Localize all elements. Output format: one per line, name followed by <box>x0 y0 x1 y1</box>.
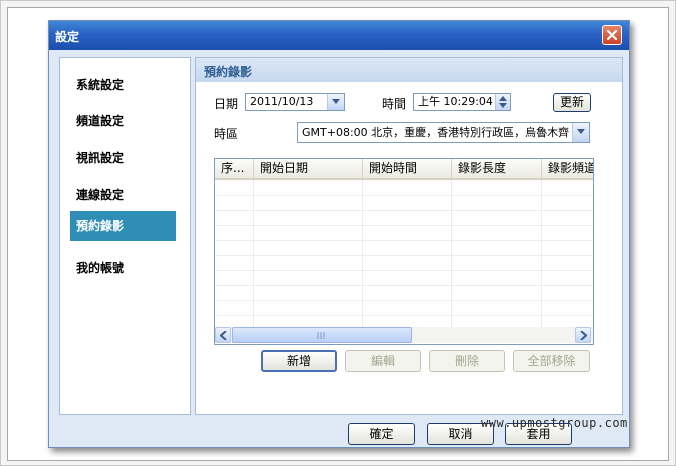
date-label: 日期 <box>214 97 239 111</box>
settings-nav: 系統設定 頻道設定 視訊設定 連線設定 預約錄影 我的帳號 <box>59 57 191 415</box>
close-button[interactable] <box>602 25 622 45</box>
close-icon <box>606 29 618 41</box>
column-header-channel[interactable]: 錄影頻道 <box>542 159 593 178</box>
column-header-start-date[interactable]: 開始日期 <box>254 159 363 178</box>
column-divider <box>541 180 542 328</box>
table-row-line <box>215 300 593 301</box>
table-row-line <box>215 210 593 211</box>
chevron-down-icon <box>332 99 340 104</box>
column-header-start-time[interactable]: 開始時間 <box>363 159 452 178</box>
chevron-right-icon <box>580 331 587 340</box>
date-value: 2011/10/13 <box>250 95 314 108</box>
title-bar[interactable]: 設定 <box>49 21 629 50</box>
table-row-line <box>215 240 593 241</box>
panel-header: 預約錄影 <box>196 58 622 82</box>
add-button[interactable]: 新增 <box>261 350 337 372</box>
delete-button[interactable]: 刪除 <box>429 350 505 372</box>
table-row-line <box>215 315 593 316</box>
table-header: 序... 開始日期 開始時間 錄影長度 錄影頻道 <box>215 159 593 180</box>
scroll-right-button[interactable] <box>575 327 591 343</box>
nav-item-system[interactable]: 系統設定 <box>70 70 176 100</box>
table-row-line <box>215 195 593 196</box>
spin-up-icon <box>499 96 507 101</box>
refresh-button[interactable]: 更新 <box>553 93 591 112</box>
nav-item-scheduled-recording[interactable]: 預約錄影 <box>70 211 176 241</box>
delete-all-button[interactable]: 全部移除 <box>513 350 590 372</box>
schedule-table[interactable]: 序... 開始日期 開始時間 錄影長度 錄影頻道 <box>214 158 594 345</box>
settings-window: 設定 系統設定 頻道設定 視訊設定 連線設定 預約錄影 我的帳號 預約錄影 日期… <box>48 20 630 448</box>
time-value: 上午 10:29:04 <box>418 95 493 108</box>
chevron-left-icon <box>220 331 227 340</box>
window-title: 設定 <box>55 30 80 44</box>
table-row-line <box>215 285 593 286</box>
date-picker[interactable]: 2011/10/13 <box>245 93 345 111</box>
table-row-line <box>215 255 593 256</box>
timezone-label: 時區 <box>214 127 239 141</box>
chevron-down-icon <box>577 129 585 134</box>
scroll-thumb[interactable] <box>232 327 412 343</box>
table-row-line <box>215 270 593 271</box>
spin-down-icon <box>499 103 507 108</box>
nav-item-connection[interactable]: 連線設定 <box>70 180 176 210</box>
horizontal-scrollbar[interactable] <box>215 327 593 343</box>
ok-button[interactable]: 確定 <box>348 423 415 445</box>
column-header-duration[interactable]: 錄影長度 <box>452 159 542 178</box>
nav-item-channel[interactable]: 頻道設定 <box>70 106 176 136</box>
time-spinner[interactable] <box>495 94 510 110</box>
timezone-dropdown-button[interactable] <box>572 123 589 142</box>
column-header-index[interactable]: 序... <box>215 159 254 178</box>
watermark-text: www.upmostgroup.com <box>481 416 628 430</box>
column-divider <box>253 180 254 328</box>
column-divider <box>451 180 452 328</box>
nav-item-video[interactable]: 視訊設定 <box>70 143 176 173</box>
scheduled-recording-panel: 預約錄影 日期 2011/10/13 時間 上午 10:29:04 更新 時區 … <box>195 57 623 415</box>
panel-title: 預約錄影 <box>204 65 253 79</box>
grip-icon <box>317 332 325 339</box>
column-divider <box>362 180 363 328</box>
edit-button[interactable]: 編輯 <box>345 350 421 372</box>
window-client: 系統設定 頻道設定 視訊設定 連線設定 預約錄影 我的帳號 預約錄影 日期 20… <box>50 50 628 446</box>
time-label: 時間 <box>382 97 407 111</box>
timezone-value: GMT+08:00 北京，重慶，香港特別行政區，烏魯木齊 <box>302 126 570 139</box>
date-dropdown-button[interactable] <box>327 94 344 110</box>
timezone-select[interactable]: GMT+08:00 北京，重慶，香港特別行政區，烏魯木齊 <box>297 122 590 143</box>
table-row-line <box>215 225 593 226</box>
nav-item-my-account[interactable]: 我的帳號 <box>70 253 176 283</box>
scroll-left-button[interactable] <box>215 327 231 343</box>
time-input[interactable]: 上午 10:29:04 <box>413 93 511 111</box>
